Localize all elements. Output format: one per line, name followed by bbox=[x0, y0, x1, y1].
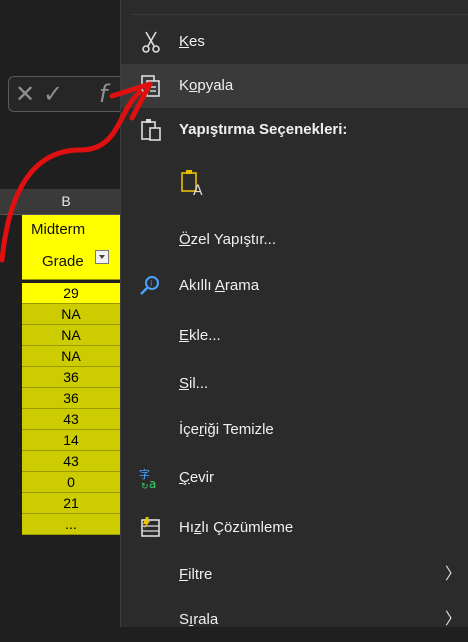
filter-dropdown-button[interactable] bbox=[95, 250, 109, 264]
menu-item-smart-lookup[interactable]: i Akıllı Arama bbox=[121, 264, 468, 308]
menu-item-label: Çevir bbox=[179, 469, 215, 486]
menu-item-copy[interactable]: Kopyala bbox=[121, 64, 468, 108]
menu-item-label: Özel Yapıştır... bbox=[179, 231, 276, 248]
menu-item-label: Sil... bbox=[179, 375, 209, 392]
table-cell[interactable]: 0 bbox=[22, 472, 120, 493]
menu-item-translate[interactable]: 字 a ↻ Çevir bbox=[121, 456, 468, 500]
function-icon[interactable]: f bbox=[99, 80, 107, 108]
menu-item-clear-contents[interactable]: İçeriği Temizle bbox=[121, 408, 468, 452]
svg-text:↻: ↻ bbox=[141, 482, 149, 492]
menu-item-label: Sırala bbox=[179, 611, 219, 628]
menu-item-label: Kes bbox=[179, 33, 205, 50]
copy-icon bbox=[141, 75, 160, 97]
menu-divider bbox=[131, 14, 468, 15]
check-icon[interactable]: ✓ bbox=[43, 80, 63, 108]
menu-item-quick-analysis[interactable]: Hızlı Çözümleme bbox=[121, 506, 468, 550]
menu-item-label: İçeriği Temizle bbox=[179, 421, 274, 438]
table-cell[interactable]: NA bbox=[22, 325, 120, 346]
svg-text:i: i bbox=[150, 279, 152, 288]
table-cell[interactable]: 21 bbox=[22, 493, 120, 514]
menu-item-label: Ekle... bbox=[179, 327, 221, 344]
row-gutter bbox=[0, 215, 22, 627]
menu-item-filter[interactable]: Filtre 〉 bbox=[121, 553, 468, 597]
chevron-right-icon: 〉 bbox=[444, 611, 461, 628]
column-letter: B bbox=[61, 193, 71, 209]
menu-item-label: Kopyala bbox=[179, 77, 234, 94]
menu-item-label: Akıllı Arama bbox=[179, 277, 260, 294]
search-icon: i bbox=[140, 276, 159, 295]
table-cell[interactable]: NA bbox=[22, 346, 120, 367]
translate-icon: 字 a ↻ bbox=[139, 467, 156, 492]
header-cell[interactable]: Midterm Grade bbox=[22, 215, 120, 280]
menu-item-label: Hızlı Çözümleme bbox=[179, 519, 294, 536]
menu-item-paste-special[interactable]: Özel Yapıştır... bbox=[121, 218, 468, 262]
menu-item-label: Filtre bbox=[179, 566, 213, 583]
table-cell[interactable]: 14 bbox=[22, 430, 120, 451]
formula-bar: ✕ ✓ f bbox=[8, 76, 120, 112]
column-header[interactable]: B bbox=[0, 189, 120, 215]
menu-item-delete[interactable]: Sil... bbox=[121, 362, 468, 406]
table-cell[interactable]: 43 bbox=[22, 451, 120, 472]
chevron-right-icon: 〉 bbox=[444, 566, 461, 583]
paste-values-icon[interactable]: A bbox=[179, 168, 207, 198]
menu-section-label: Yapıştırma Seçenekleri: bbox=[179, 121, 348, 138]
quick-analysis-icon bbox=[141, 517, 160, 537]
table-cell[interactable]: 43 bbox=[22, 409, 120, 430]
clipboard-icon bbox=[141, 119, 161, 141]
menu-item-insert[interactable]: Ekle... bbox=[121, 314, 468, 358]
scissors-icon bbox=[142, 31, 160, 53]
cancel-icon[interactable]: ✕ bbox=[15, 80, 35, 108]
svg-text:A: A bbox=[193, 183, 203, 198]
spreadsheet-area: ✕ ✓ f B Midterm Grade 29 NA NA NA 36 36 43 14 43… bbox=[0, 0, 120, 627]
svg-text:a: a bbox=[149, 477, 156, 491]
header-cell-line1: Midterm bbox=[31, 221, 86, 238]
table-cell[interactable]: 36 bbox=[22, 388, 120, 409]
context-menu: Kes Kopyala Yapıştırma Seçenekleri: A Öz… bbox=[120, 0, 468, 628]
menu-section-paste-options: Yapıştırma Seçenekleri: bbox=[121, 108, 468, 152]
table-cell[interactable]: 36 bbox=[22, 367, 120, 388]
header-cell-line2: Grade bbox=[42, 253, 84, 270]
table-cell[interactable]: 29 bbox=[22, 283, 120, 304]
table-cell[interactable]: ... bbox=[22, 514, 120, 535]
menu-item-cut[interactable]: Kes bbox=[121, 20, 468, 64]
menu-item-sort[interactable]: Sırala 〉 bbox=[121, 598, 468, 642]
table-cell[interactable]: NA bbox=[22, 304, 120, 325]
